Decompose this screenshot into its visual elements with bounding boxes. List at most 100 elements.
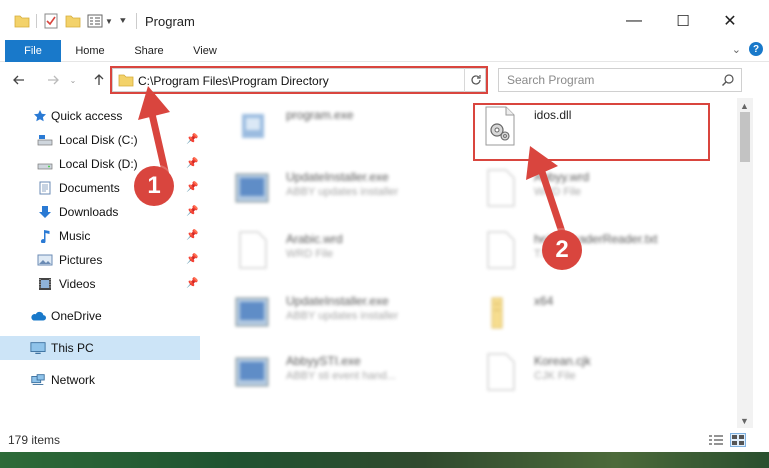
chevron-down-icon[interactable]: ▼: [105, 17, 113, 26]
file-description: ABBY updates installer: [286, 310, 399, 322]
file-description: CJK File: [534, 370, 576, 382]
file-description: WRD File: [286, 248, 334, 260]
callout-badge-one: 1: [134, 166, 174, 206]
file-name: UpdateInstaller.exe: [286, 294, 389, 308]
title-bar: ▼ ⯆ Program — ☐ ✕: [0, 0, 769, 40]
file-name: Korean.cjk: [534, 354, 591, 368]
file-item[interactable]: AbbyySTI.exe ABBY sti event hand...: [212, 346, 452, 396]
scroll-down-icon[interactable]: ▼: [740, 416, 749, 426]
pin-icon[interactable]: 📌: [186, 254, 198, 266]
sidebar-item-label: Pictures: [59, 253, 103, 267]
sidebar-item-videos[interactable]: Videos 📌: [0, 272, 200, 296]
sidebar-item-pictures[interactable]: Pictures 📌: [0, 248, 200, 272]
close-button[interactable]: ✕: [715, 8, 745, 34]
installer-icon: [230, 166, 274, 210]
document-icon: [37, 180, 53, 196]
sidebar-item-this-pc[interactable]: This PC: [0, 336, 200, 360]
file-name: UpdateInstaller.exe: [286, 170, 389, 184]
sidebar-item-onedrive[interactable]: OneDrive: [0, 304, 200, 328]
sidebar-item-label: This PC: [51, 341, 94, 355]
ribbon-tabs: File Home Share View ⌄ ?: [0, 40, 769, 90]
item-count: 179 items: [8, 433, 61, 447]
folder-icon[interactable]: [14, 14, 30, 28]
sidebar-item-label: Documents: [59, 181, 120, 195]
sidebar-item-label: Local Disk (C:): [59, 133, 138, 147]
file-item[interactable]: program.exe: [212, 100, 452, 150]
scroll-thumb[interactable]: [740, 112, 750, 162]
tab-view[interactable]: View: [186, 40, 224, 62]
blank-file-icon: [478, 350, 522, 394]
file-name: idos.dll: [534, 108, 572, 122]
sidebar-item-label: Network: [51, 373, 96, 387]
customize-toolbar-icon[interactable]: ⯆: [119, 16, 127, 27]
pin-icon[interactable]: 📌: [186, 206, 198, 218]
refresh-icon[interactable]: [464, 68, 486, 92]
search-icon[interactable]: [721, 73, 735, 87]
address-row: ⌄ C:\Program Files\Program Directory ⌄: [0, 62, 769, 98]
forward-arrow-icon[interactable]: [44, 71, 62, 89]
drive-icon: [37, 132, 53, 148]
sidebar-item-label: Music: [59, 229, 91, 243]
sidebar-item-music[interactable]: Music 📌: [0, 224, 200, 248]
up-arrow-icon[interactable]: [90, 71, 108, 89]
recent-locations-chevron-icon[interactable]: ⌄: [68, 71, 78, 89]
file-name: Arabic.wrd: [286, 232, 343, 246]
sidebar-item-label: OneDrive: [51, 309, 102, 323]
music-note-icon: [37, 228, 53, 244]
cloud-icon: [30, 308, 46, 324]
picture-icon: [37, 252, 53, 268]
window-title: Program: [145, 14, 195, 29]
sidebar-item-downloads[interactable]: Downloads 📌: [0, 200, 200, 224]
quick-access-toolbar: ▼ ⯆: [14, 10, 127, 32]
installer-icon: [230, 350, 274, 394]
pin-icon[interactable]: 📌: [186, 230, 198, 242]
back-arrow-icon[interactable]: [10, 71, 28, 89]
ribbon-right-controls: ⌄ ?: [732, 42, 763, 56]
view-options-icon[interactable]: [87, 14, 103, 28]
status-bar: 179 items: [0, 428, 769, 452]
file-list: program.exe idos.dll UpdateInstaller.exe…: [210, 100, 737, 426]
new-folder-icon[interactable]: [65, 14, 81, 28]
file-item[interactable]: Arabic.wrd WRD File: [212, 224, 452, 274]
large-icons-view-icon[interactable]: [730, 433, 746, 447]
folder-item[interactable]: x64: [460, 286, 700, 336]
file-item[interactable]: UpdateInstaller.exe ABBY updates install…: [212, 162, 452, 212]
tab-share[interactable]: Share: [128, 40, 170, 62]
details-view-icon[interactable]: [708, 433, 724, 447]
file-item[interactable]: Korean.cjk CJK File: [460, 346, 700, 396]
minimize-button[interactable]: —: [619, 8, 649, 34]
maximize-button[interactable]: ☐: [668, 8, 698, 34]
file-description: ABBY updates installer: [286, 186, 399, 198]
sidebar-item-label: Quick access: [51, 109, 123, 123]
file-item[interactable]: UpdateInstaller.exe ABBY updates install…: [212, 286, 452, 336]
sidebar-item-label: Local Disk (D:): [59, 157, 138, 171]
film-icon: [37, 276, 53, 292]
expand-ribbon-icon[interactable]: ⌄: [732, 43, 741, 56]
callout-badge-two: 2: [542, 230, 582, 270]
pin-icon[interactable]: 📌: [186, 278, 198, 290]
sidebar-item-network[interactable]: Network: [0, 368, 200, 392]
scroll-up-icon[interactable]: ▲: [740, 101, 749, 111]
file-name: x64: [534, 294, 554, 308]
sidebar-item-label: Videos: [59, 277, 96, 291]
drive-icon: [37, 156, 53, 172]
file-name: program.exe: [286, 108, 354, 122]
network-icon: [30, 372, 46, 388]
help-icon[interactable]: ?: [749, 42, 763, 56]
blank-file-icon: [230, 228, 274, 272]
file-name: AbbyySTI.exe: [286, 354, 361, 368]
sidebar-item-label: Downloads: [59, 205, 119, 219]
installer-icon: [230, 290, 274, 334]
exe-icon: [230, 104, 274, 148]
folder-icon: [478, 290, 522, 334]
download-arrow-icon: [37, 204, 53, 220]
search-input[interactable]: [507, 72, 707, 88]
monitor-icon: [30, 340, 46, 356]
search-box[interactable]: [498, 68, 742, 92]
desktop-background-strip: [0, 452, 769, 468]
properties-check-icon[interactable]: [43, 13, 59, 29]
file-description: ABBY sti event hand...: [286, 370, 396, 382]
vertical-scrollbar[interactable]: ▲ ▼: [737, 98, 753, 428]
tab-home[interactable]: Home: [68, 40, 112, 62]
title-divider: [136, 13, 137, 29]
